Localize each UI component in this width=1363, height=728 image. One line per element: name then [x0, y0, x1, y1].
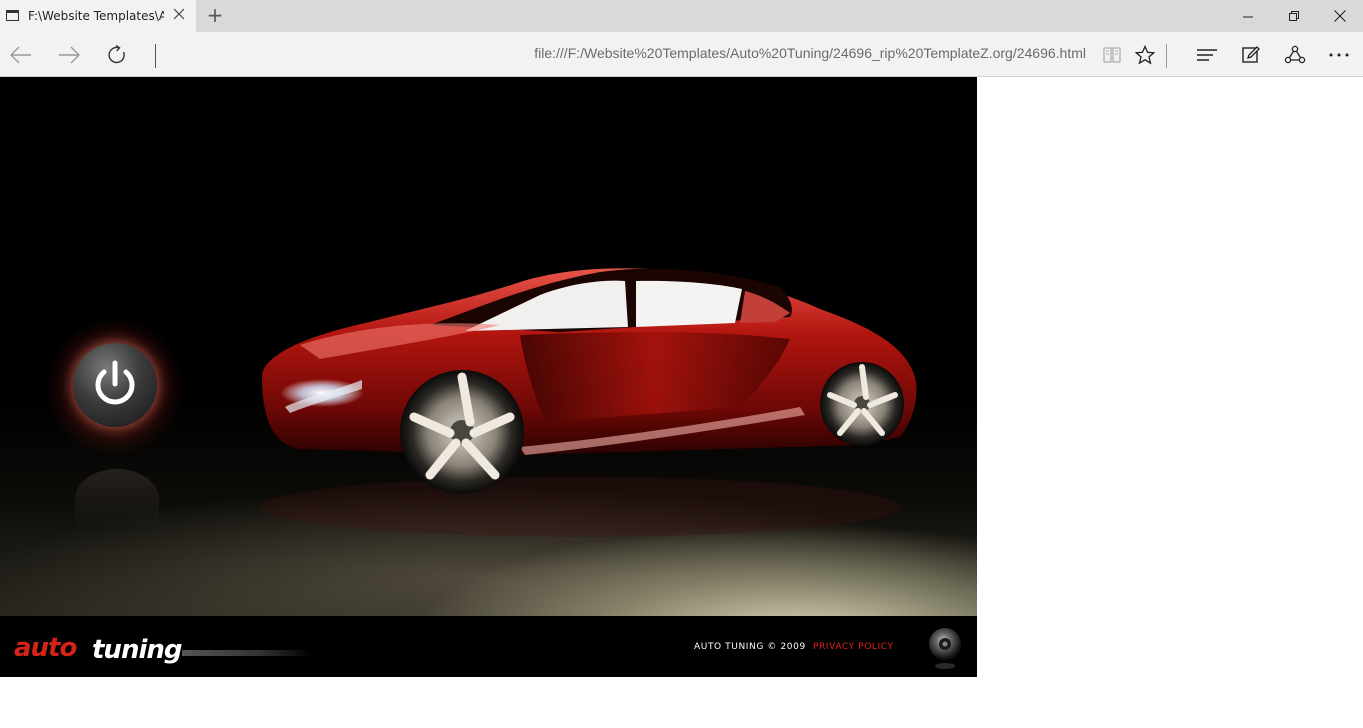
- minimize-icon: [1242, 16, 1253, 17]
- more-button[interactable]: [1326, 42, 1352, 68]
- sports-car-image: [260, 268, 917, 537]
- forward-arrow-icon: [59, 46, 80, 64]
- hub-icon: [1197, 49, 1217, 61]
- reading-view-button[interactable]: [1099, 42, 1125, 68]
- speaker-icon[interactable]: [925, 626, 965, 670]
- restore-button[interactable]: [1271, 0, 1317, 32]
- address-bar[interactable]: file:///F:/Website%20Templates/Auto%20Tu…: [400, 45, 1086, 65]
- web-note-button[interactable]: [1238, 42, 1264, 68]
- close-icon: [173, 8, 185, 20]
- browser-tab[interactable]: F:\Website Templates\Auto Tuning: [0, 0, 196, 32]
- new-tab-button[interactable]: +: [205, 5, 225, 25]
- refresh-button[interactable]: [104, 42, 130, 68]
- tab-bar: F:\Website Templates\Auto Tuning +: [0, 0, 1363, 32]
- more-icon: [1329, 53, 1349, 57]
- forward-button[interactable]: [56, 42, 82, 68]
- page-icon: [6, 10, 19, 21]
- tab-title: F:\Website Templates\Auto Tuning: [28, 9, 164, 23]
- refresh-icon: [108, 45, 125, 64]
- window-close-icon: [1334, 10, 1346, 22]
- web-note-icon: [1242, 46, 1260, 63]
- restore-icon: [1288, 10, 1299, 21]
- reading-view-icon: [1103, 47, 1121, 63]
- nav-separator-2: [1166, 44, 1167, 68]
- star-icon: [1135, 45, 1155, 65]
- navigation-bar: file:///F:/Website%20Templates/Auto%20Tu…: [0, 32, 1363, 77]
- hub-button[interactable]: [1194, 42, 1220, 68]
- privacy-policy-link[interactable]: PRIVACY POLICY: [813, 642, 894, 652]
- hero-banner: [0, 77, 977, 616]
- autotuning-logo[interactable]: auto tuning: [12, 630, 312, 666]
- footer: auto tuning AUTO TUNING © 2009 PRIVACY P…: [0, 616, 977, 677]
- page-content: auto tuning AUTO TUNING © 2009 PRIVACY P…: [0, 77, 977, 677]
- minimize-button[interactable]: [1225, 0, 1271, 32]
- favorite-button[interactable]: [1132, 42, 1158, 68]
- svg-text:tuning: tuning: [92, 635, 182, 665]
- nav-separator: [155, 44, 156, 68]
- svg-text:auto: auto: [14, 633, 76, 663]
- tab-close-button[interactable]: [172, 8, 186, 22]
- window-close-button[interactable]: [1317, 0, 1363, 32]
- back-arrow-icon: [10, 46, 31, 64]
- back-button[interactable]: [8, 42, 34, 68]
- share-icon: [1284, 45, 1306, 64]
- share-button[interactable]: [1282, 42, 1308, 68]
- copyright-text: AUTO TUNING © 2009: [694, 642, 806, 652]
